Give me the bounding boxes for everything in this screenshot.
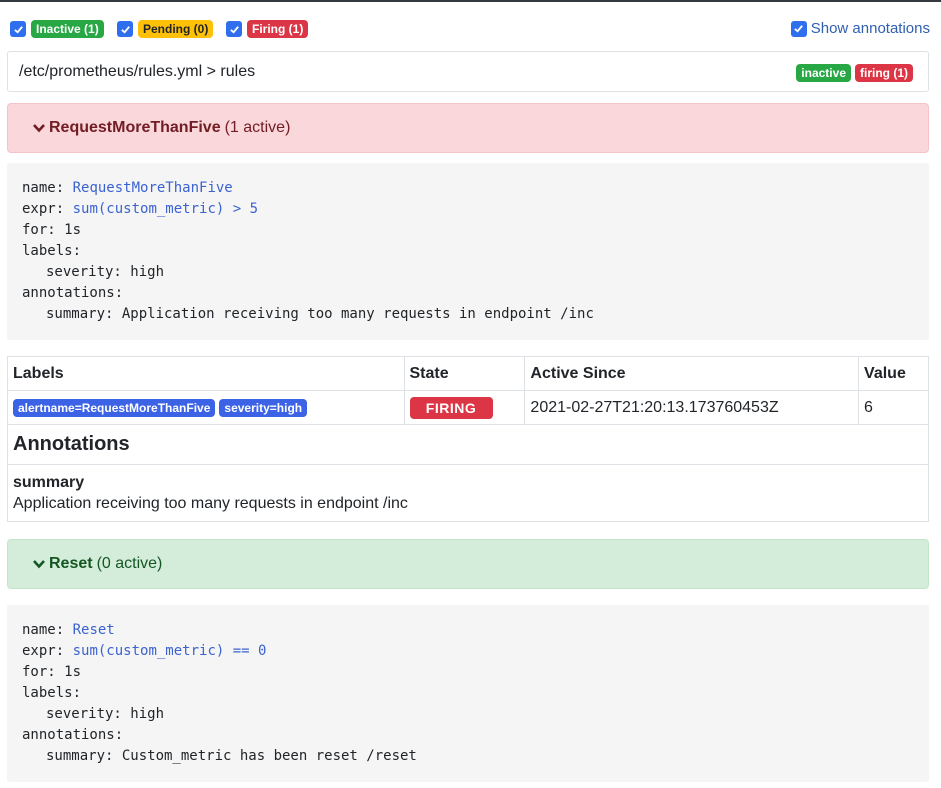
alert-group-header-reset[interactable]: Reset (0 active) <box>7 539 929 589</box>
table-row: alertname=RequestMoreThanFive severity=hi… <box>7 390 929 425</box>
rule-label: severity: high <box>46 264 165 280</box>
checkbox-checked-icon[interactable] <box>117 21 133 37</box>
annotation-value: Application receiving too many requests … <box>13 494 408 512</box>
rule-annotations-key: annotations: <box>22 727 124 743</box>
rule-key: name: <box>22 180 65 196</box>
rule-annotations-key: annotations: <box>22 285 124 301</box>
alert-labels-cell: alertname=RequestMoreThanFive severity=hi… <box>7 390 405 425</box>
rule-labels-key: labels: <box>22 685 82 701</box>
alert-active-since: 2021-02-27T21:20:13.173760453Z <box>524 390 860 425</box>
annotation-key: summary <box>13 473 85 491</box>
state-firing-badge: FIRING <box>409 396 493 419</box>
rule-labels-key: labels: <box>22 243 82 259</box>
annotations-title: Annotations <box>7 424 929 465</box>
alert-state-cell: FIRING <box>403 390 526 425</box>
label-badge: severity=high <box>219 398 308 417</box>
rule-name-link[interactable]: Reset <box>73 622 115 638</box>
rule-file-path: /etc/prometheus/rules.yml > rules <box>19 63 256 80</box>
rule-label: severity: high <box>46 706 165 722</box>
column-header-labels: Labels <box>7 356 405 391</box>
rule-annotation: summary: Application receiving too many … <box>46 306 594 322</box>
chevron-down-icon <box>33 124 45 133</box>
table-header-row: Labels State Active Since Value <box>7 356 929 391</box>
file-firing-badge: firing (1) <box>855 64 913 82</box>
pending-badge: Pending (0) <box>138 20 214 38</box>
column-header-state: State <box>403 356 526 391</box>
file-inactive-badge: inactive <box>796 64 851 82</box>
column-header-active-since: Active Since <box>524 356 860 391</box>
rule-file-header: /etc/prometheus/rules.yml > rules inacti… <box>7 51 929 92</box>
rule-key: name: <box>22 622 65 638</box>
alert-value: 6 <box>858 390 929 425</box>
alert-name: RequestMoreThanFive <box>49 119 221 136</box>
rule-key: expr: <box>22 201 65 217</box>
annotations-body-row: summary Application receiving too many r… <box>7 464 929 522</box>
alert-active-count: (0 active) <box>96 555 163 572</box>
rule-for: for: 1s <box>22 222 82 238</box>
filter-inactive[interactable]: Inactive (1) <box>10 20 104 38</box>
rule-name-link[interactable]: RequestMoreThanFive <box>73 180 233 196</box>
inactive-badge: Inactive (1) <box>31 20 104 38</box>
show-annotations-toggle[interactable]: Show annotations <box>790 20 930 37</box>
rule-for: for: 1s <box>22 664 82 680</box>
annotation-cell: summary Application receiving too many r… <box>7 464 929 522</box>
show-annotations-label[interactable]: Show annotations <box>811 20 930 37</box>
filter-firing[interactable]: Firing (1) <box>226 20 309 38</box>
rule-expr-link[interactable]: sum(custom_metric) == 0 <box>73 643 267 659</box>
alert-active-count: (1 active) <box>224 119 291 136</box>
checkbox-checked-icon[interactable] <box>790 20 807 37</box>
firing-badge: Firing (1) <box>247 20 309 38</box>
label-badge: alertname=RequestMoreThanFive <box>13 398 216 417</box>
alert-group-header-requestmorethanfive[interactable]: RequestMoreThanFive (1 active) <box>7 103 929 153</box>
annotations-title-row: Annotations <box>7 424 929 465</box>
alerts-table: Labels State Active Since Value alertnam… <box>7 356 929 522</box>
rule-definition: name: Reset expr: sum(custom_metric) == 0… <box>7 605 929 782</box>
rule-definition: name: RequestMoreThanFive expr: sum(custo… <box>7 163 929 340</box>
rule-annotation: summary: Custom_metric has been reset /r… <box>46 748 417 764</box>
checkbox-checked-icon[interactable] <box>226 21 242 37</box>
rule-expr-link[interactable]: sum(custom_metric) > 5 <box>73 201 258 217</box>
column-header-value: Value <box>858 356 929 391</box>
filter-pending[interactable]: Pending (0) <box>117 20 214 38</box>
alert-name: Reset <box>49 555 93 572</box>
checkbox-checked-icon[interactable] <box>10 21 26 37</box>
rule-key: expr: <box>22 643 65 659</box>
chevron-down-icon <box>33 560 45 569</box>
state-filter-bar: Inactive (1) Pending (0) Firing (1) Show… <box>10 19 930 41</box>
